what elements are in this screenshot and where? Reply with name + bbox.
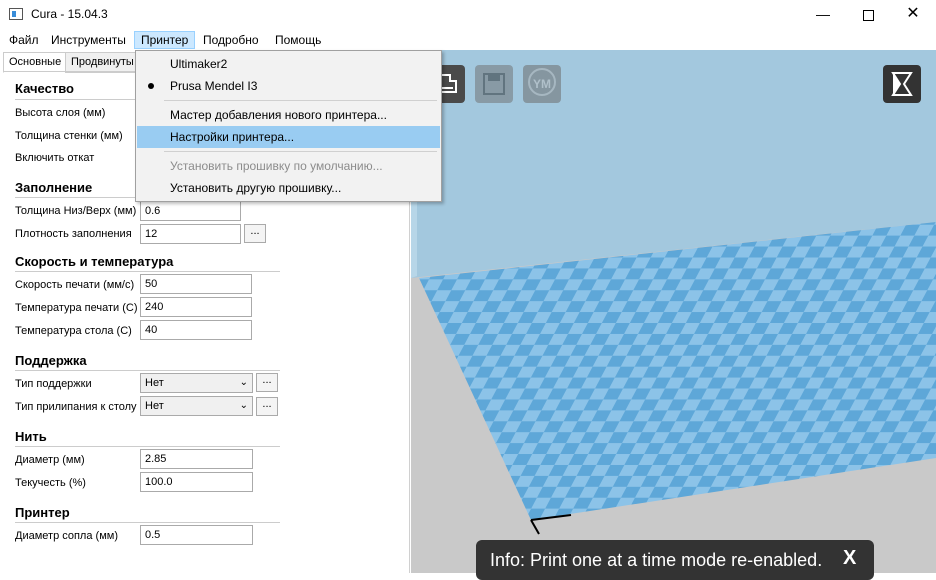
printer-menu-prusa-label: Prusa Mendel I3	[170, 79, 258, 93]
fill-density-options-button[interactable]: ...	[244, 224, 266, 243]
printer-menu-printer-settings[interactable]: Настройки принтера...	[137, 126, 440, 148]
printer-menu-other-firmware[interactable]: Установить другую прошивку...	[137, 177, 440, 199]
axis-y	[530, 519, 540, 535]
3d-viewport[interactable]: YM	[411, 50, 936, 573]
menu-bar: Файл Инструменты Принтер Подробно Помощь	[0, 30, 936, 50]
printer-menu-default-firmware[interactable]: Установить прошивку по умолчанию...	[137, 155, 440, 177]
nozzle-size-field[interactable]: 0.5	[140, 525, 253, 545]
minimize-button[interactable]: —	[800, 0, 846, 30]
section-divider	[15, 446, 280, 447]
print-temperature-field[interactable]: 240	[140, 297, 252, 317]
tab-basic[interactable]: Основные	[3, 52, 68, 73]
youmagine-icon: YM	[528, 68, 556, 96]
bed-temperature-label: Температура стола (С)	[15, 325, 132, 337]
printer-menu-add-printer[interactable]: Мастер добавления нового принтера...	[137, 104, 440, 126]
save-icon	[483, 73, 505, 95]
app-icon	[9, 8, 23, 20]
platform-adhesion-label: Тип прилипания к столу	[15, 401, 137, 413]
menu-separator	[164, 100, 437, 101]
tab-advanced[interactable]: Продвинуты	[65, 52, 140, 73]
print-temperature-label: Температура печати (С)	[15, 302, 138, 314]
platform-adhesion-options-button[interactable]: ...	[256, 397, 278, 416]
title-bar: Cura - 15.04.3 — ✕	[0, 0, 936, 30]
info-message: Info: Print one at a time mode re-enable…	[490, 550, 823, 570]
maximize-button[interactable]	[845, 0, 891, 30]
menu-separator	[164, 151, 437, 152]
section-fill: Заполнение	[15, 180, 93, 195]
chevron-down-icon: ⌄	[239, 377, 248, 388]
print-speed-field[interactable]: 50	[140, 274, 252, 294]
save-gcode-button[interactable]	[475, 65, 513, 103]
chevron-down-icon: ⌄	[239, 400, 248, 411]
bottom-top-thickness-field[interactable]: 0.6	[140, 201, 241, 221]
youmagine-button[interactable]: YM	[523, 65, 561, 103]
section-machine: Принтер	[15, 505, 70, 520]
section-divider	[15, 370, 280, 371]
printer-menu: Ultimaker2 Prusa Mendel I3 Мастер добавл…	[135, 50, 442, 202]
window-title: Cura - 15.04.3	[31, 7, 108, 21]
view-mode-button[interactable]	[883, 65, 921, 103]
selected-radio-icon	[148, 83, 154, 89]
maximize-icon	[862, 9, 874, 21]
printer-menu-ultimaker2[interactable]: Ultimaker2	[137, 53, 440, 75]
close-button[interactable]: ✕	[890, 0, 936, 30]
build-volume	[411, 50, 936, 535]
menu-help[interactable]: Помощь	[269, 32, 327, 48]
filament-flow-field[interactable]: 100.0	[140, 472, 253, 492]
info-close-button[interactable]: X	[843, 547, 856, 570]
layer-height-label: Высота слоя (мм)	[15, 107, 106, 119]
retraction-label: Включить откат	[15, 152, 95, 164]
filament-diameter-label: Диаметр (мм)	[15, 454, 85, 466]
support-type-select[interactable]: Нет ⌄	[140, 373, 253, 393]
view-mode-icon	[891, 72, 913, 96]
fill-density-label: Плотность заполнения	[15, 228, 132, 240]
support-type-value: Нет	[145, 377, 164, 389]
info-notification: Info: Print one at a time mode re-enable…	[476, 540, 874, 580]
printer-menu-prusa[interactable]: Prusa Mendel I3	[137, 75, 440, 97]
support-type-label: Тип поддержки	[15, 378, 92, 390]
menu-file[interactable]: Файл	[3, 32, 45, 48]
section-divider	[15, 271, 280, 272]
print-speed-label: Скорость печати (мм/с)	[15, 279, 135, 291]
section-filament: Нить	[15, 429, 47, 444]
fill-density-field[interactable]: 12	[140, 224, 241, 244]
section-speed-temperature: Скорость и температура	[15, 254, 174, 269]
section-divider	[15, 522, 280, 523]
section-support: Поддержка	[15, 353, 87, 368]
bottom-top-thickness-label: Толщина Низ/Верх (мм)	[15, 205, 137, 217]
filament-diameter-field[interactable]: 2.85	[140, 449, 253, 469]
platform-adhesion-value: Нет	[145, 400, 164, 412]
section-quality: Качество	[15, 81, 74, 96]
bed-temperature-field[interactable]: 40	[140, 320, 252, 340]
platform-adhesion-select[interactable]: Нет ⌄	[140, 396, 253, 416]
support-type-options-button[interactable]: ...	[256, 373, 278, 392]
shell-thickness-label: Толщина стенки (мм)	[15, 130, 123, 142]
menu-tools[interactable]: Инструменты	[45, 32, 132, 48]
nozzle-size-label: Диаметр сопла (мм)	[15, 530, 118, 542]
menu-expert[interactable]: Подробно	[197, 32, 265, 48]
menu-printer[interactable]: Принтер	[134, 31, 196, 49]
filament-flow-label: Текучесть (%)	[15, 477, 86, 489]
